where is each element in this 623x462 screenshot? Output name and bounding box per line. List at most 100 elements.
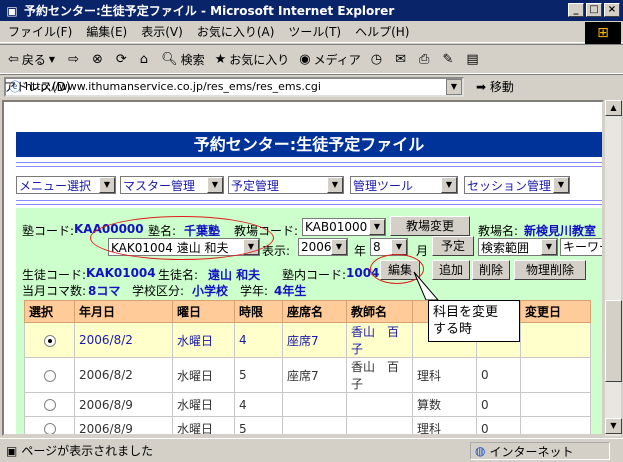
physical-delete-button[interactable]: 物理削除 [514,260,586,280]
keyword-input[interactable]: キーワー [560,238,602,256]
delete-button[interactable]: 削除 [472,260,510,280]
col-select: 選択 [24,300,75,323]
menu-help[interactable]: ヘルプ(H) [355,23,409,40]
search-range-select[interactable]: 検索範囲 ▼ [478,238,558,256]
media-icon: ◉ [299,51,311,67]
minimize-button[interactable]: _ [568,3,584,17]
back-button[interactable]: ⇦ 戻る ▼ [8,51,58,68]
mail-button[interactable]: ✉ [395,52,409,67]
window-title: 予約センター:生徒予定ファイル - Microsoft Internet Exp… [24,4,395,18]
internal-code-label: 塾内コード: [282,268,347,282]
table-row[interactable]: 2006/8/9 水曜日 4 算数 0 [24,392,591,417]
table-row[interactable]: 2006/8/9 水曜日 5 理科 0 [24,416,591,434]
chevron-down-icon: ▼ [48,54,56,64]
forward-arrow-icon: ⇨ [68,51,79,67]
menu-tools[interactable]: ツール(T) [288,23,341,40]
col-teacher: 教師名 [346,300,413,323]
windows-logo-icon: ⊞ [585,22,621,44]
stop-button[interactable]: ⊗ [92,52,106,67]
row-radio[interactable] [43,334,56,347]
mail-icon: ✉ [395,51,407,67]
chevron-down-icon: ▼ [331,239,347,255]
scroll-thumb[interactable] [605,300,622,382]
scroll-down-icon[interactable]: ▼ [605,418,622,434]
address-input[interactable]: ⓔ http://www.ithumanservice.co.jp/res_em… [4,76,464,97]
nav-session-select[interactable]: セッション管理 ▼ [464,176,570,194]
col-changed: 変更日 [520,300,591,323]
classroom-code-select[interactable]: KAB01000 ▼ [302,218,386,236]
year-select[interactable]: 2006 ▼ [298,238,348,256]
row-radio[interactable] [43,369,56,382]
print-button[interactable]: ⎙ [419,52,432,67]
edit-page-button[interactable]: ✎ [442,52,456,67]
student-name-label: 生徒名: [158,268,199,282]
menu-favorites[interactable]: お気に入り(A) [197,23,275,40]
favorites-icon: ★ [214,51,227,67]
address-bar: アドレス(D) ⓔ http://www.ithumanservice.co.j… [0,74,623,98]
school-code-label: 塾コード: [22,224,75,238]
document-icon: ▤ [466,51,479,67]
history-button[interactable]: ◷ [371,52,385,67]
home-icon: ⌂ [139,51,149,67]
discuss-button[interactable]: ▤ [466,52,481,67]
chevron-down-icon: ▼ [541,239,557,255]
refresh-button[interactable]: ⟳ [116,52,130,67]
stop-icon: ⊗ [91,51,103,67]
page-title: 予約センター:生徒予定ファイル [16,132,602,157]
nav-menu-select[interactable]: メニュー選択 ▼ [16,176,116,194]
address-url: http://www.ithumanservice.co.jp/res_ems/… [25,80,321,93]
student-name-value: 遠山 和夫 [208,268,261,282]
year-label: 年 [354,244,367,258]
print-icon: ⎙ [419,51,430,67]
close-button[interactable]: × [604,3,620,17]
security-zone: ◍ インターネット [470,442,610,460]
col-weekday: 曜日 [172,300,235,323]
classroom-change-button[interactable]: 教場変更 [390,216,470,236]
divider [16,162,602,163]
grade-label: 学年: [240,284,269,298]
chevron-down-icon: ▼ [99,177,115,193]
student-code-label: 生徒コード: [22,268,87,282]
nav-tools-select[interactable]: 管理ツール ▼ [350,176,458,194]
media-button[interactable]: ◉ メディア [299,51,361,68]
search-button[interactable]: 🔍︎ 検索 [161,51,205,68]
grade-value: 4年生 [274,284,307,298]
menu-bar: ファイル(F) 編集(E) 表示(V) お気に入り(A) ツール(T) ヘルプ(… [0,21,623,43]
month-slots-label: 当月コマ数: [22,284,87,298]
maximize-button[interactable]: □ [586,3,602,17]
forward-button[interactable]: ⇨ [68,52,82,67]
refresh-icon: ⟳ [115,51,127,67]
edit-icon: ✎ [442,51,454,67]
history-icon: ◷ [370,51,383,67]
home-button[interactable]: ⌂ [140,52,151,67]
nav-master-select[interactable]: マスター管理 ▼ [120,176,224,194]
annotation-callout: 科目を変更 する時 [428,300,520,342]
divider [16,200,602,201]
school-type-label: 学校区分: [132,284,185,298]
chevron-down-icon: ▼ [327,177,343,193]
divider [16,166,602,167]
col-period: 時限 [234,300,283,323]
favorites-button[interactable]: ★ お気に入り [215,51,290,68]
row-radio[interactable] [43,423,56,434]
chevron-down-icon[interactable]: ▼ [446,78,462,95]
row-radio[interactable] [43,399,56,411]
browser-toolbar: ⇦ 戻る ▼ ⇨ ⊗ ⟳ ⌂ 🔍︎ 検索 ★ お気に入り ◉ メディア ◷ ✉ … [0,44,623,74]
menu-view[interactable]: 表示(V) [141,23,183,40]
scroll-up-icon[interactable]: ▲ [605,100,622,116]
month-label: 月 [416,244,429,258]
schedule-button[interactable]: 予定 [432,236,474,256]
menu-edit[interactable]: 編集(E) [86,23,127,40]
school-type-value: 小学校 [192,284,229,298]
nav-schedule-select[interactable]: 予定管理 ▼ [228,176,344,194]
ie-page-icon: ▣ [6,3,18,18]
chevron-down-icon: ▼ [369,219,385,235]
divider [16,204,602,205]
go-button[interactable]: ➡ 移動 [476,78,514,95]
highlight-ellipse [90,216,274,260]
menu-file[interactable]: ファイル(F) [8,23,72,40]
table-row[interactable]: 2006/8/2 水曜日 5 座席7 香山 百子 理科 0 [24,357,591,393]
page-viewport: 予約センター:生徒予定ファイル メニュー選択 ▼ マスター管理 ▼ 予定管理 ▼ 管理… [2,100,604,436]
vertical-scrollbar[interactable]: ▲ ▼ [604,100,622,436]
window-titlebar: ▣ 予約センター:生徒予定ファイル - Microsoft Internet E… [0,0,623,21]
